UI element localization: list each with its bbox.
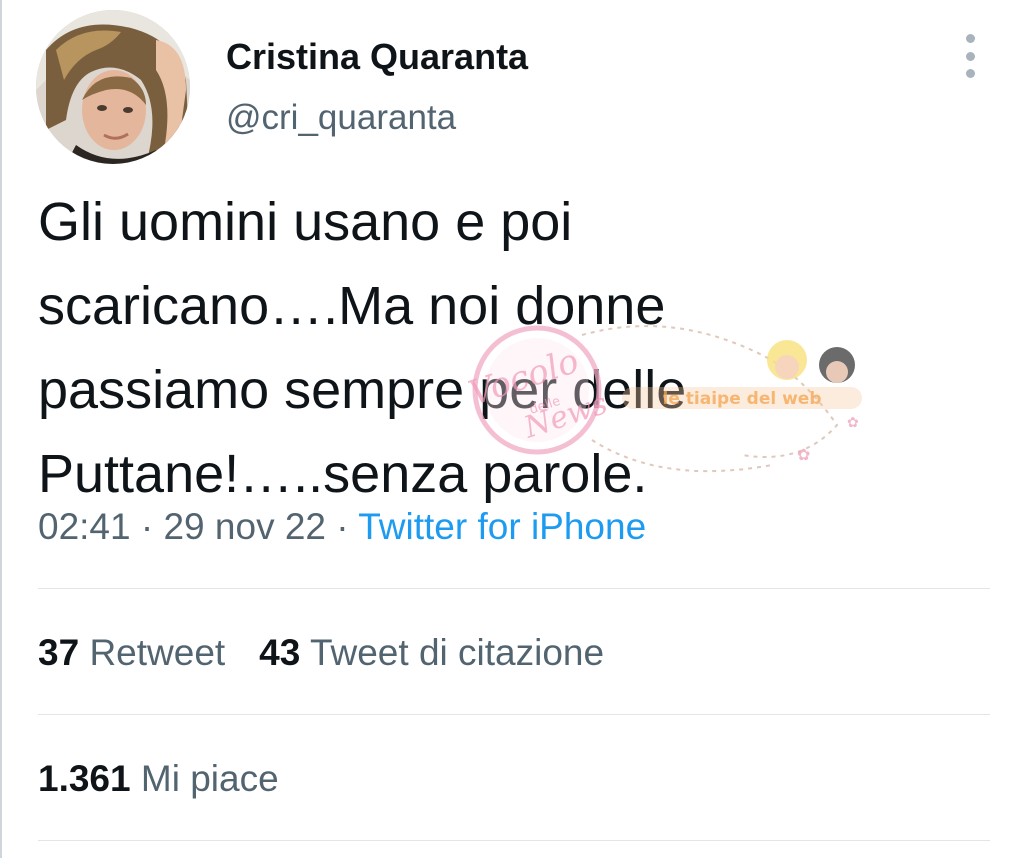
quotes-label: Tweet di citazione: [309, 632, 605, 673]
divider: [38, 714, 990, 715]
tweet-text-line: Puttane!…..senza parole.: [38, 444, 648, 504]
tweet-date: 29 nov 22: [163, 506, 327, 547]
more-dot: [965, 34, 975, 43]
more-dot: [965, 69, 975, 78]
meta-separator: ·: [336, 506, 349, 547]
tweet-text: Gli uomini usano e poi scaricano….Ma noi…: [38, 180, 938, 516]
avatar-photo: [36, 10, 190, 164]
author-handle[interactable]: @cri_quaranta: [226, 98, 456, 138]
tweet-text-line: passiamo sempre per delle: [38, 360, 687, 420]
tweet-source-link[interactable]: Twitter for iPhone: [358, 506, 646, 547]
likes-count: 1.361: [38, 758, 131, 799]
retweets-stat[interactable]: 37 Retweet: [38, 632, 225, 673]
author-name[interactable]: Cristina Quaranta: [226, 36, 528, 78]
tweet-meta: 02:41 · 29 nov 22 · Twitter for iPhone: [38, 506, 646, 548]
more-dot: [965, 51, 975, 61]
quote-tweets-stat[interactable]: 43 Tweet di citazione: [259, 632, 604, 673]
avatar[interactable]: [36, 10, 190, 164]
likes-label: Mi piace: [140, 758, 279, 799]
divider: [38, 840, 990, 841]
tweet-text-line: scaricano….Ma noi donne: [38, 276, 666, 336]
meta-separator: ·: [140, 506, 154, 547]
tweet-text-line: Gli uomini usano e poi: [38, 192, 573, 252]
quotes-count: 43: [259, 632, 301, 673]
tweet-time: 02:41: [38, 506, 131, 547]
likes-stat[interactable]: 1.361 Mi piace: [38, 758, 279, 799]
retweets-label: Retweet: [89, 632, 226, 673]
engagement-counts: 37 Retweet 43 Tweet di citazione: [38, 632, 604, 674]
tweet-detail-page: Cristina Quaranta @cri_quaranta Gli uomi…: [0, 0, 1024, 858]
more-vertical-icon[interactable]: [952, 34, 988, 78]
divider: [38, 588, 990, 589]
retweets-count: 37: [38, 632, 80, 673]
likes-row: 1.361 Mi piace: [38, 758, 279, 800]
